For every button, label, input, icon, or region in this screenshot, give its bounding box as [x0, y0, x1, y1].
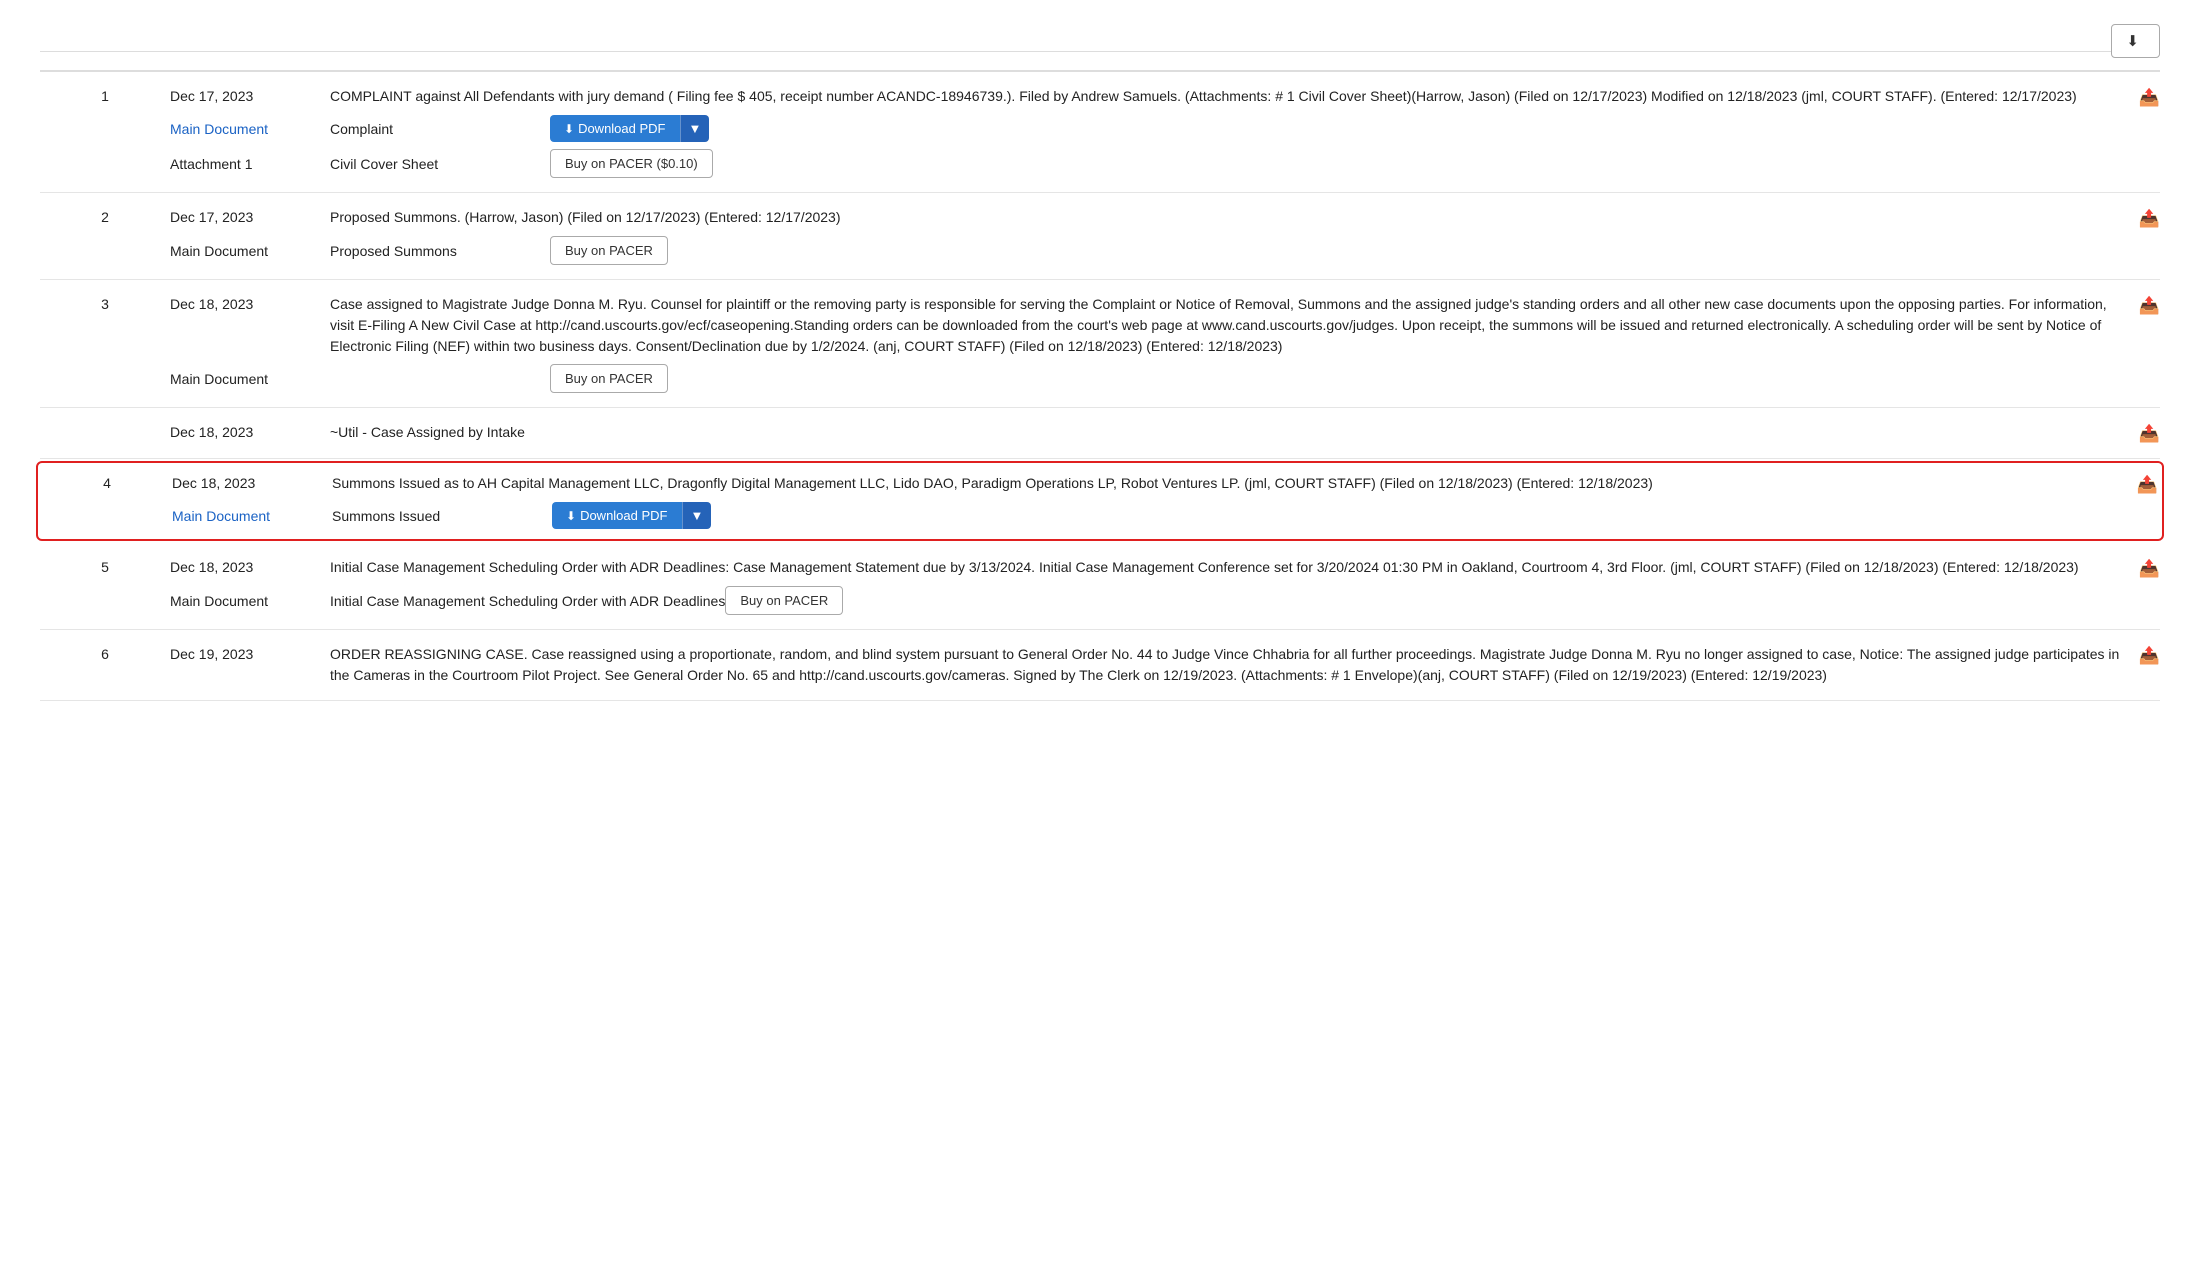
table-row: 4Dec 18, 2023Summons Issued as to AH Cap…	[36, 461, 2164, 541]
share-cell: 📤	[2120, 557, 2160, 579]
date-filed: Dec 18, 2023	[172, 473, 332, 491]
attachment-label: Attachment 1	[170, 156, 330, 172]
attachment-row: Main DocumentInitial Case Management Sch…	[40, 586, 2160, 615]
share-icon[interactable]: 📤	[2139, 209, 2160, 229]
attachment-row: Main Document Buy on PACER	[40, 364, 2160, 393]
attachment-row: Attachment 1Civil Cover SheetBuy on PACE…	[40, 149, 2160, 178]
attachment-desc: Proposed Summons	[330, 243, 550, 259]
description-cell: ~Util - Case Assigned by Intake	[330, 422, 2120, 443]
table-row: 1Dec 17, 2023COMPLAINT against All Defen…	[40, 72, 2160, 193]
table-body: 1Dec 17, 2023COMPLAINT against All Defen…	[40, 72, 2160, 701]
table-row: Dec 18, 2023~Util - Case Assigned by Int…	[40, 408, 2160, 459]
share-cell: 📤	[2118, 473, 2158, 495]
col-headers	[40, 31, 2111, 52]
attachment-row: Main DocumentProposed SummonsBuy on PACE…	[40, 236, 2160, 265]
description-cell: Initial Case Management Scheduling Order…	[330, 557, 2120, 578]
doc-number: 6	[40, 644, 170, 662]
doc-number: 2	[40, 207, 170, 225]
attachment-label[interactable]: Main Document	[172, 508, 332, 524]
attachment-label[interactable]: Main Document	[170, 121, 330, 137]
description-cell: ORDER REASSIGNING CASE. Case reassigned …	[330, 644, 2120, 686]
attachment-label: Main Document	[170, 243, 330, 259]
share-icon[interactable]: 📤	[2139, 646, 2160, 666]
date-filed: Dec 17, 2023	[170, 86, 330, 104]
date-filed: Dec 18, 2023	[170, 422, 330, 440]
download-pdf-dropdown[interactable]: ▼	[682, 502, 712, 529]
description-cell: Summons Issued as to AH Capital Manageme…	[332, 473, 2118, 494]
share-icon[interactable]: 📤	[2139, 424, 2160, 444]
share-icon[interactable]: 📤	[2137, 475, 2158, 495]
attachment-label: Main Document	[170, 593, 330, 609]
export-icon: ⬇	[2126, 32, 2139, 50]
date-filed: Dec 18, 2023	[170, 557, 330, 575]
table-row: 2Dec 17, 2023Proposed Summons. (Harrow, …	[40, 193, 2160, 280]
page-wrapper: ⬇ 1Dec 17, 2023COMPLAINT against All Def…	[0, 0, 2200, 725]
share-icon[interactable]: 📤	[2139, 559, 2160, 579]
date-filed: Dec 19, 2023	[170, 644, 330, 662]
share-cell: 📤	[2120, 294, 2160, 316]
description-cell: Proposed Summons. (Harrow, Jason) (Filed…	[330, 207, 2120, 228]
attachment-desc: Summons Issued	[332, 508, 552, 524]
doc-number: 1	[40, 86, 170, 104]
description-cell: Case assigned to Magistrate Judge Donna …	[330, 294, 2120, 357]
table-row: 6Dec 19, 2023ORDER REASSIGNING CASE. Cas…	[40, 630, 2160, 701]
doc-number: 3	[40, 294, 170, 312]
share-icon[interactable]: 📤	[2139, 88, 2160, 108]
attachment-row: Main DocumentComplaint⬇ Download PDF▼	[40, 115, 2160, 142]
attachment-desc: Civil Cover Sheet	[330, 156, 550, 172]
table-row: 5Dec 18, 2023Initial Case Management Sch…	[40, 543, 2160, 630]
date-filed: Dec 18, 2023	[170, 294, 330, 312]
share-icon[interactable]: 📤	[2139, 296, 2160, 316]
attachment-desc: Initial Case Management Scheduling Order…	[330, 593, 725, 609]
buy-on-pacer-button[interactable]: Buy on PACER	[550, 236, 668, 265]
share-cell: 📤	[2120, 207, 2160, 229]
date-filed: Dec 17, 2023	[170, 207, 330, 225]
buy-on-pacer-button[interactable]: Buy on PACER	[725, 586, 843, 615]
attachment-desc: Complaint	[330, 121, 550, 137]
download-pdf-button[interactable]: ⬇ Download PDF	[550, 115, 680, 142]
doc-number	[40, 422, 170, 424]
table-header: ⬇	[40, 24, 2160, 72]
download-pdf-button[interactable]: ⬇ Download PDF	[552, 502, 682, 529]
share-cell: 📤	[2120, 422, 2160, 444]
doc-number: 4	[42, 473, 172, 491]
buy-on-pacer-button[interactable]: Buy on PACER	[550, 364, 668, 393]
attachment-row: Main DocumentSummons Issued⬇ Download PD…	[42, 502, 2158, 529]
share-cell: 📤	[2120, 86, 2160, 108]
table-row: 3Dec 18, 2023Case assigned to Magistrate…	[40, 280, 2160, 408]
description-cell: COMPLAINT against All Defendants with ju…	[330, 86, 2120, 107]
share-cell: 📤	[2120, 644, 2160, 666]
download-pdf-dropdown[interactable]: ▼	[680, 115, 710, 142]
buy-on-pacer-price-button[interactable]: Buy on PACER ($0.10)	[550, 149, 713, 178]
doc-number: 5	[40, 557, 170, 575]
attachment-label: Main Document	[170, 371, 330, 387]
export-csv-button[interactable]: ⬇	[2111, 24, 2160, 58]
